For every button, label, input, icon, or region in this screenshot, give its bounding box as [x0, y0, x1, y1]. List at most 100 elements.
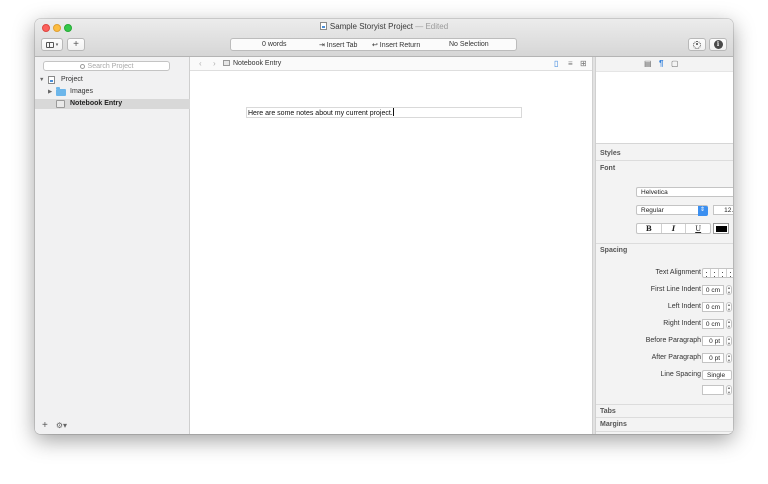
tree-item-notebook-entry[interactable]: Notebook Entry [35, 99, 190, 109]
tree-item-label: Notebook Entry [70, 100, 123, 107]
sidebar-footer: + ⚙▾ [42, 420, 67, 431]
window-title-text: Sample Storyist Project [329, 22, 413, 31]
insert-return-button[interactable]: ↩ Insert Return [372, 41, 420, 49]
first-line-indent-field[interactable]: 0 cm [702, 285, 724, 295]
breadcrumb[interactable]: Notebook Entry [223, 60, 281, 67]
after-paragraph-label: After Paragraph [651, 354, 701, 361]
disclosure-collapsed-icon[interactable]: ▶ [48, 87, 52, 97]
gear-icon [693, 40, 701, 49]
insert-tab-button[interactable]: ⇥ Insert Tab [319, 41, 357, 49]
editor-navigation-bar: ‹ › Notebook Entry ▯ ≡ ⊞ [190, 57, 592, 71]
section-tabs[interactable]: Tabs [596, 404, 733, 418]
first-line-indent-label: First Line Indent [650, 286, 701, 293]
italic-button[interactable]: I [662, 224, 687, 233]
breadcrumb-label: Notebook Entry [233, 60, 282, 67]
word-count: 0 words [262, 41, 287, 48]
line-spacing-value: Single [707, 372, 726, 379]
disclosure-expanded-icon[interactable]: ▼ [39, 75, 44, 85]
after-paragraph-field[interactable]: 0 pt [702, 353, 724, 363]
right-indent-label: Right Indent [663, 320, 701, 327]
font-family-value: Helvetica [641, 189, 668, 196]
paragraph-inspector-icon[interactable]: ¶ [659, 59, 663, 68]
comment-inspector-icon[interactable]: ▢ [671, 59, 679, 68]
left-indent-field[interactable]: 0 cm [702, 302, 724, 312]
text-style-buttons: B I U [636, 223, 711, 234]
chevron-down-icon: ▾ [55, 41, 59, 48]
align-right-button[interactable] [719, 269, 727, 277]
grid-view-icon[interactable]: ⊞ [580, 59, 587, 68]
document-icon [319, 22, 327, 30]
align-left-button[interactable] [703, 269, 711, 277]
font-family-select[interactable]: Helvetica ⌄ [636, 187, 733, 197]
right-indent-field[interactable]: 0 cm [702, 319, 724, 329]
sidebar-toggle-button[interactable]: ▾ [41, 38, 63, 51]
tree-item-images[interactable]: ▶ Images [35, 87, 190, 97]
align-justify-button[interactable] [727, 269, 733, 277]
align-center-button[interactable] [711, 269, 719, 277]
inspector-tabs: ▤ ¶ ▢ [596, 57, 733, 71]
line-spacing-select[interactable]: Single [702, 370, 732, 380]
selection-status: No Selection [449, 41, 489, 48]
text-alignment-control [702, 268, 733, 278]
after-paragraph-stepper[interactable]: ▲ ▼ [726, 353, 732, 363]
note-icon [223, 60, 230, 66]
status-bar: 0 words ⇥ Insert Tab ↩ Insert Return No … [230, 38, 517, 51]
inspector-panel: ▤ ¶ ▢ Styles Font Helvetica ⌄ Regular ⇕ … [596, 57, 733, 434]
document-inspector-icon[interactable]: ▤ [644, 59, 652, 68]
document-view-icon[interactable]: ▯ [554, 59, 558, 68]
section-font[interactable]: Font [596, 162, 733, 176]
underline-button[interactable]: U [686, 224, 710, 233]
folder-icon [56, 87, 66, 96]
project-sidebar: Search Project ▼ Project ▶ Images Notebo… [35, 57, 190, 434]
before-paragraph-field[interactable]: 0 pt [702, 336, 724, 346]
editor-pane: ‹ › Notebook Entry ▯ ≡ ⊞ Here are some n… [190, 57, 592, 434]
info-icon: i [713, 40, 723, 49]
section-styles[interactable]: Styles [596, 147, 733, 161]
text-color-well[interactable] [713, 223, 729, 234]
right-indent-stepper[interactable]: ▲ ▼ [726, 319, 732, 329]
note-icon [56, 100, 65, 108]
first-line-indent-stepper[interactable]: ▲ ▼ [726, 285, 732, 295]
app-window: Sample Storyist Project — Edited ▾ + 0 w… [35, 19, 733, 434]
search-placeholder: Search Project [87, 63, 134, 70]
tree-item-project[interactable]: ▼ Project [35, 75, 190, 85]
line-spacing-stepper[interactable]: ▲ ▼ [726, 385, 732, 395]
forward-button[interactable]: › [213, 59, 216, 68]
font-size-field[interactable]: 12.0 pt [713, 205, 733, 215]
project-icon [48, 76, 55, 84]
search-icon [79, 63, 85, 69]
body-text: Here are some notes about my current pro… [248, 110, 393, 117]
search-input[interactable]: Search Project [43, 61, 170, 71]
back-button[interactable]: ‹ [199, 59, 202, 68]
sidebar-icon [45, 41, 54, 48]
text-editor[interactable]: Here are some notes about my current pro… [246, 107, 522, 118]
titlebar: Sample Storyist Project — Edited ▾ + 0 w… [35, 19, 733, 57]
section-margins[interactable]: Margins [596, 418, 733, 432]
text-cursor [392, 108, 394, 116]
font-style-value: Regular [641, 207, 664, 214]
tree-item-label: Images [70, 88, 93, 95]
section-spacing[interactable]: Spacing [596, 243, 733, 257]
tree-item-label: Project [61, 76, 83, 83]
before-paragraph-stepper[interactable]: ▲ ▼ [726, 336, 732, 346]
plus-icon: + [73, 39, 79, 50]
style-preview-area [596, 71, 733, 144]
chevron-updown-icon: ⇕ [697, 205, 708, 216]
left-indent-label: Left Indent [667, 303, 701, 310]
edited-indicator: — Edited [415, 22, 449, 31]
outline-view-icon[interactable]: ≡ [568, 59, 573, 68]
window-title: Sample Storyist Project — Edited [35, 21, 733, 33]
text-color-swatch [715, 225, 727, 232]
sidebar-gear-icon[interactable]: ⚙▾ [56, 421, 67, 430]
add-button[interactable]: + [67, 38, 85, 51]
text-alignment-label: Text Alignment [655, 269, 701, 276]
info-button[interactable]: i [709, 38, 727, 51]
before-paragraph-label: Before Paragraph [645, 337, 701, 344]
line-spacing-value-field[interactable] [702, 385, 724, 395]
font-style-select[interactable]: Regular ⇕ [636, 205, 708, 216]
settings-button[interactable] [688, 38, 706, 51]
left-indent-stepper[interactable]: ▲ ▼ [726, 302, 732, 312]
add-item-button[interactable]: + [42, 420, 48, 431]
line-spacing-label: Line Spacing [660, 371, 701, 378]
bold-button[interactable]: B [637, 224, 662, 233]
